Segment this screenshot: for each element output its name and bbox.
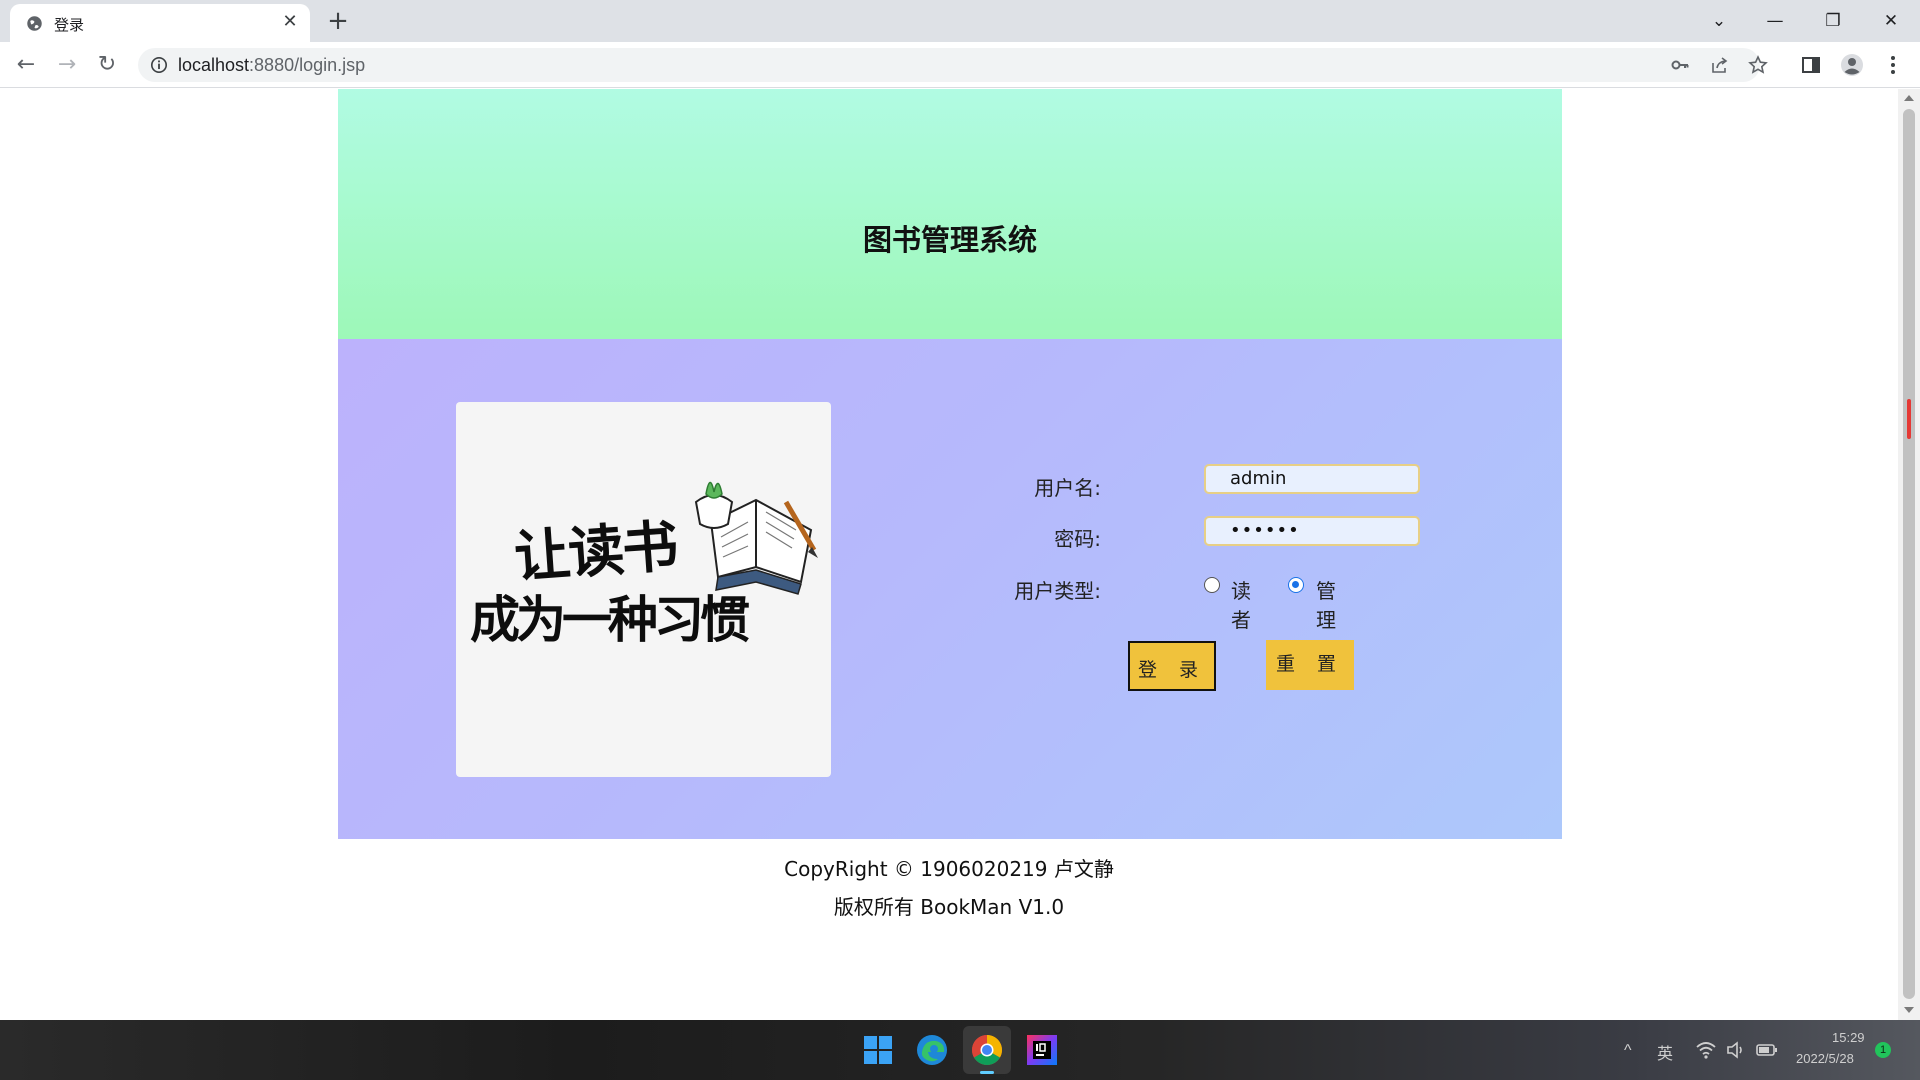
volume-icon[interactable] <box>1726 1041 1746 1059</box>
tab-search-icon[interactable]: ⌄ <box>1704 6 1734 36</box>
tray-chevron-icon[interactable]: ^ <box>1624 1042 1632 1060</box>
url-path: :8880/login.jsp <box>249 55 366 75</box>
password-label: 密码: <box>1054 527 1101 551</box>
new-tab-button[interactable]: + <box>326 8 350 34</box>
copyright-text: CopyRight © 1906020219 卢文静 <box>784 857 1114 881</box>
star-icon[interactable] <box>1748 55 1768 75</box>
share-icon[interactable] <box>1710 55 1730 75</box>
globe-icon <box>27 16 42 31</box>
site-info-icon[interactable] <box>150 56 168 74</box>
chrome-icon <box>971 1035 1003 1066</box>
login-button[interactable]: 登 录 <box>1128 641 1216 691</box>
key-icon[interactable] <box>1670 55 1690 75</box>
clock-date[interactable]: 2022/5/28 <box>1796 1051 1854 1066</box>
poster-image: 让读书 成为一种习惯 <box>456 402 831 777</box>
active-tab[interactable]: 登录 ✕ <box>10 4 310 42</box>
tab-close-icon[interactable]: ✕ <box>280 12 300 32</box>
close-window-button[interactable]: ✕ <box>1876 6 1906 36</box>
page-viewport: 图书管理系统 让读书 成为一种习惯 用户名: admin 密码: •••••• … <box>0 89 1898 1020</box>
header-banner: 图书管理系统 <box>338 89 1562 339</box>
reader-radio[interactable] <box>1204 577 1220 593</box>
chrome-active-tile[interactable] <box>963 1026 1011 1074</box>
url-text[interactable]: localhost:8880/login.jsp <box>178 55 365 76</box>
password-input[interactable]: •••••• <box>1204 516 1420 546</box>
username-label: 用户名: <box>1034 476 1101 500</box>
scroll-down-arrow-icon[interactable] <box>1904 1007 1914 1013</box>
edge-icon[interactable] <box>914 1032 950 1068</box>
minimize-button[interactable]: — <box>1760 6 1790 36</box>
login-panel: 让读书 成为一种习惯 用户名: admin 密码: •••••• 用户类型: 读… <box>338 339 1562 839</box>
scroll-up-arrow-icon[interactable] <box>1904 95 1914 101</box>
reload-button[interactable]: ↻ <box>93 51 121 79</box>
url-host: localhost <box>178 55 250 75</box>
ime-indicator[interactable]: 英 <box>1657 1040 1673 1064</box>
address-bar[interactable]: localhost:8880/login.jsp <box>138 48 1768 82</box>
sidebar-icon[interactable] <box>1799 53 1823 77</box>
restore-button[interactable]: ❐ <box>1818 6 1848 36</box>
scrollbar-thumb[interactable] <box>1903 109 1915 999</box>
intellij-icon[interactable] <box>1024 1032 1060 1068</box>
username-input[interactable]: admin <box>1204 464 1420 494</box>
scroll-marker <box>1907 399 1911 439</box>
browser-tab-strip: 登录 ✕ + ⌄ — ❐ ✕ <box>0 0 1920 42</box>
version-text: 版权所有 BookMan V1.0 <box>833 895 1065 919</box>
site-title: 图书管理系统 <box>862 223 1037 257</box>
active-app-indicator <box>980 1071 994 1074</box>
reader-radio-label[interactable]: 读者 <box>1231 575 1251 633</box>
forward-button[interactable]: → <box>53 51 81 79</box>
profile-icon[interactable] <box>1840 53 1864 77</box>
wifi-icon[interactable] <box>1696 1041 1716 1059</box>
browser-toolbar: ← → ↻ localhost:8880/login.jsp <box>0 42 1920 88</box>
tab-title: 登录 <box>54 16 85 34</box>
windows-taskbar: ^ 英 15:29 2022/5/28 1 <box>0 1020 1920 1080</box>
notification-badge[interactable]: 1 <box>1875 1042 1891 1058</box>
admin-radio[interactable] <box>1288 577 1304 593</box>
menu-icon[interactable] <box>1881 53 1905 77</box>
clock-time[interactable]: 15:29 <box>1832 1030 1865 1045</box>
reset-button[interactable]: 重 置 <box>1266 640 1354 690</box>
battery-icon[interactable] <box>1756 1041 1778 1059</box>
back-button[interactable]: ← <box>12 51 40 79</box>
poster-slogan-line2: 成为一种习惯 <box>470 590 750 649</box>
page-scrollbar[interactable] <box>1898 89 1920 1020</box>
windows-start-icon[interactable] <box>860 1032 896 1068</box>
user-type-label: 用户类型: <box>1014 579 1101 603</box>
